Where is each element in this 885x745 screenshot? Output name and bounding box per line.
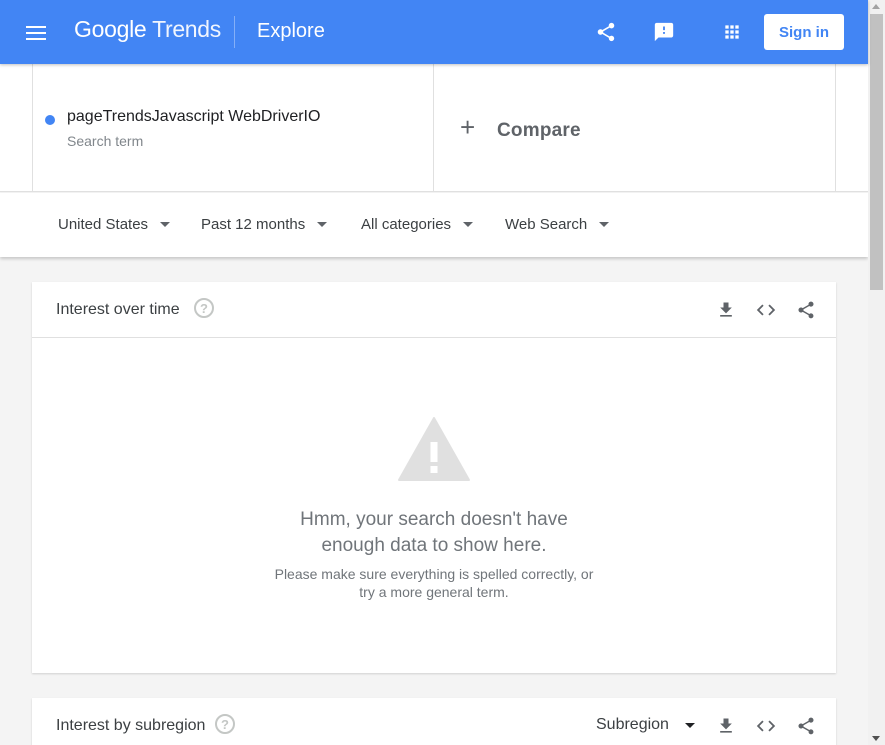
- share-icon[interactable]: [592, 18, 620, 46]
- time-range-filter[interactable]: Past 12 months: [201, 216, 328, 233]
- help-icon[interactable]: ?: [194, 298, 214, 318]
- feedback-icon[interactable]: [650, 18, 678, 46]
- sign-in-button[interactable]: Sign in: [764, 14, 844, 50]
- time-range-filter-label: Past 12 months: [201, 216, 306, 233]
- resolution-select-label: Subregion: [596, 716, 669, 733]
- header-divider: [234, 16, 235, 48]
- scroll-up-arrow-icon[interactable]: [872, 4, 880, 9]
- chevron-down-icon: [160, 222, 171, 227]
- search-term-name: pageTrendsJavascript WebDriverIO: [67, 108, 321, 125]
- scroll-down-arrow-icon[interactable]: [872, 736, 880, 741]
- embed-icon[interactable]: [754, 298, 778, 322]
- no-data-hint: Please make sure everything is spelled c…: [32, 565, 836, 601]
- chevron-down-icon: [317, 222, 328, 227]
- logo-trends-text: Trends: [152, 16, 221, 42]
- search-type-filter[interactable]: Web Search: [505, 216, 610, 233]
- chevron-down-icon: [463, 222, 474, 227]
- no-data-hint-line1: Please make sure everything is spelled c…: [274, 566, 594, 582]
- no-data-hint-line2: try a more general term.: [359, 584, 509, 600]
- category-filter-label: All categories: [361, 216, 452, 233]
- warning-icon: [397, 416, 471, 487]
- search-type-filter-label: Web Search: [505, 216, 588, 233]
- download-icon[interactable]: [714, 298, 738, 322]
- chevron-down-icon: [684, 722, 695, 728]
- scroll-thumb[interactable]: [870, 14, 883, 290]
- resolution-select[interactable]: Subregion: [596, 716, 695, 734]
- search-term-type: Search term: [67, 133, 144, 149]
- page-title: Explore: [257, 20, 325, 42]
- compare-button[interactable]: + Compare: [434, 64, 836, 192]
- page-scrollbar[interactable]: [868, 0, 885, 745]
- no-data-message-line1: Hmm, your search doesn't have: [300, 509, 568, 530]
- menu-icon[interactable]: [24, 22, 48, 42]
- no-data-message: Hmm, your search doesn't have enough dat…: [32, 507, 836, 559]
- filter-bar: United States Past 12 months All categor…: [0, 193, 868, 257]
- term-color-dot: [45, 115, 55, 125]
- card-divider: [32, 337, 836, 338]
- region-filter-label: United States: [58, 216, 149, 233]
- app-header: Google Trends Explore Sign in: [0, 0, 868, 64]
- logo-google-text: Google: [74, 16, 147, 42]
- interest-by-subregion-card: Interest by subregion ? Subregion: [32, 698, 836, 745]
- apps-icon[interactable]: [718, 18, 746, 46]
- download-icon[interactable]: [714, 714, 738, 738]
- search-terms-bar: pageTrendsJavascript WebDriverIO Search …: [0, 64, 868, 192]
- interest-by-subregion-title: Interest by subregion: [56, 717, 206, 734]
- embed-icon[interactable]: [754, 714, 778, 738]
- google-trends-logo[interactable]: Google Trends: [74, 16, 221, 43]
- share-icon[interactable]: [794, 714, 818, 738]
- no-data-message-line2: enough data to show here.: [321, 535, 547, 556]
- plus-icon: +: [460, 112, 476, 142]
- share-icon[interactable]: [794, 298, 818, 322]
- interest-over-time-title: Interest over time: [56, 301, 180, 318]
- search-term-card[interactable]: pageTrendsJavascript WebDriverIO Search …: [32, 64, 434, 192]
- chevron-down-icon: [599, 222, 610, 227]
- category-filter[interactable]: All categories: [361, 216, 474, 233]
- compare-label: Compare: [497, 120, 581, 141]
- interest-over-time-card: Interest over time ? Hmm, your search do…: [32, 282, 836, 673]
- help-icon[interactable]: ?: [215, 714, 235, 734]
- region-filter[interactable]: United States: [58, 216, 171, 233]
